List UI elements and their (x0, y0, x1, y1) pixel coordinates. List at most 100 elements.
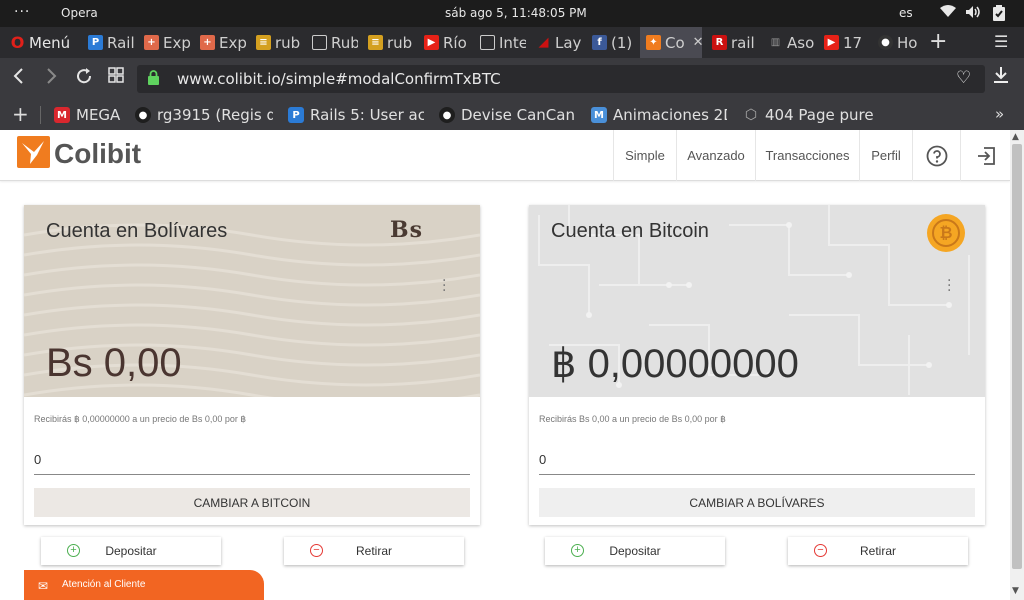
bookmark-devise[interactable]: ● Devise CanCanC (439, 106, 575, 124)
close-tab-icon[interactable]: ✕ (693, 35, 702, 50)
rails-icon: R (712, 35, 727, 50)
tab-label: Lay (555, 33, 582, 52)
speed-dial-grid-icon[interactable] (108, 67, 124, 88)
tab-label: Río (443, 33, 467, 52)
site-logo-text[interactable]: Colibit (54, 138, 141, 170)
bolivares-withdraw-button[interactable]: − Retirar (284, 537, 464, 565)
system-clock[interactable]: sáb ago 5, 11:48:05 PM (445, 6, 587, 20)
bookmark-404[interactable]: ⬡ 404 Page pure C (743, 106, 879, 124)
bookmark-rails5[interactable]: P Rails 5: User acc (288, 106, 424, 124)
tab-label: rail (731, 33, 755, 52)
bitcoin-deposit-button[interactable]: + Depositar (545, 537, 725, 565)
tab-menu-icon[interactable]: ☰ (994, 32, 1008, 51)
proxy-icon: P (88, 35, 103, 50)
download-icon[interactable] (993, 66, 1009, 89)
page-scrollbar[interactable]: ▲ ▼ (1010, 130, 1024, 600)
support-label: Atención al Cliente (62, 579, 146, 590)
tab-rio[interactable]: ▶ Río (418, 27, 470, 58)
new-tab-button[interactable]: + (929, 29, 947, 54)
nav-advanced[interactable]: Avanzado (676, 130, 755, 181)
bolivares-amount-input[interactable] (34, 445, 470, 475)
tab-youtube[interactable]: ▶ 17 (818, 27, 870, 58)
wifi-icon[interactable] (940, 5, 956, 22)
bitcoin-account-card: Cuenta en Bitcoin ₿ · · · ฿ 0,00000000 Rec… (529, 205, 985, 525)
tab-rails-2[interactable]: R rail (706, 27, 758, 58)
deposit-label: Depositar (609, 544, 661, 558)
opera-menu-button[interactable]: O Menú (4, 27, 78, 58)
volume-icon[interactable] (965, 5, 982, 23)
tab-aso[interactable]: ▥ Aso (762, 27, 814, 58)
bookmark-label: Devise CanCanC (461, 106, 575, 124)
scroll-up-icon[interactable]: ▲ (1012, 132, 1019, 142)
tab-rub-2[interactable]: Rub (306, 27, 358, 58)
add-bookmark-button[interactable]: + (12, 102, 29, 126)
tab-rub-1[interactable]: ≡ rub (250, 27, 302, 58)
bookmark-animaciones[interactable]: M Animaciones 2D (591, 106, 727, 124)
colibit-logo-icon[interactable] (17, 136, 50, 168)
reload-button[interactable] (76, 67, 93, 90)
nav-transactions[interactable]: Transacciones (755, 130, 859, 181)
battery-icon[interactable] (992, 5, 1006, 25)
bolivares-conversion-hint: Recibirás ฿ 0,00000000 a un precio de Bs… (34, 414, 247, 424)
plus-box-icon: + (144, 35, 159, 50)
tab-label: 17 (843, 33, 863, 52)
plus-box-icon: + (200, 35, 215, 50)
tab-github[interactable]: ● Ho (872, 27, 924, 58)
github-icon: ● (878, 35, 893, 50)
proxy-icon: P (288, 107, 304, 123)
tab-lay[interactable]: ◢ Lay (530, 27, 582, 58)
stackoverflow-icon: ≡ (368, 35, 383, 50)
convert-to-bolivares-button[interactable]: CAMBIAR A BOLÍVARES (539, 488, 975, 517)
secure-lock-icon[interactable] (147, 70, 160, 89)
tab-exp-1[interactable]: + Exp (138, 27, 190, 58)
bitcoin-withdraw-button[interactable]: − Retirar (788, 537, 968, 565)
tab-label: Ho (897, 33, 918, 52)
bookmark-label: Rails 5: User acc (310, 106, 424, 124)
customer-support-chat-tab[interactable]: ✉ Atención al Cliente (24, 570, 264, 600)
app-name[interactable]: Opera (61, 6, 98, 20)
facebook-icon: f (592, 35, 607, 50)
url-text[interactable]: www.colibit.io/simple#modalConfirmTxBTC (177, 70, 501, 88)
codepen-icon: ⬡ (744, 107, 758, 123)
bookmark-label: rg3915 (Regis d (157, 106, 273, 124)
bolivares-balance: Bs 0,00 (46, 341, 182, 385)
bookmark-heart-icon[interactable]: ♡ (956, 68, 971, 88)
bookmark-label: 404 Page pure C (765, 106, 879, 124)
bolivares-badge: Bs (390, 217, 423, 243)
kebab-menu-icon[interactable]: · · · (442, 274, 446, 298)
tab-facebook[interactable]: f (1) (586, 27, 638, 58)
activities-menu[interactable]: ··· (14, 4, 30, 20)
tab-exp-2[interactable]: + Exp (194, 27, 246, 58)
mdn-icon: M (591, 107, 607, 123)
help-icon[interactable] (912, 130, 960, 181)
os-top-bar: ··· Opera sáb ago 5, 11:48:05 PM es (0, 0, 1024, 27)
bitcoin-amount-input[interactable] (539, 445, 975, 475)
bitcoin-card-banner: Cuenta en Bitcoin ₿ · · · ฿ 0,00000000 (529, 205, 985, 397)
stackoverflow-icon: ≡ (256, 35, 271, 50)
bolivares-deposit-button[interactable]: + Depositar (41, 537, 221, 565)
convert-to-bitcoin-button[interactable]: CAMBIAR A BITCOIN (34, 488, 470, 517)
tab-rub-3[interactable]: ≡ rub (362, 27, 414, 58)
tab-strip: O Menú P Rail + Exp + Exp ≡ rub Rub ≡ ru… (0, 27, 1024, 58)
bookmarks-divider (40, 106, 41, 124)
bitcoin-card-title: Cuenta en Bitcoin (551, 220, 709, 242)
forward-button[interactable] (44, 67, 58, 90)
site-header: Colibit Simple Avanzado Transacciones Pe… (0, 130, 1010, 181)
bookmark-rg3915[interactable]: ● rg3915 (Regis d (135, 106, 273, 124)
bookmark-mega[interactable]: M MEGA (54, 106, 128, 124)
logout-icon[interactable] (960, 130, 1010, 181)
tab-label: Rub (331, 33, 358, 52)
nav-simple[interactable]: Simple (613, 130, 676, 181)
scroll-down-icon[interactable]: ▼ (1012, 586, 1019, 596)
kebab-menu-icon[interactable]: · · · (947, 274, 951, 298)
scrollbar-thumb[interactable] (1012, 144, 1022, 569)
nav-profile[interactable]: Perfil (859, 130, 912, 181)
input-language[interactable]: es (899, 6, 913, 20)
tab-inte[interactable]: Inte (474, 27, 526, 58)
back-button[interactable] (12, 67, 26, 90)
tab-rails[interactable]: P Rail (82, 27, 134, 58)
bookmarks-bar: + M MEGA ● rg3915 (Regis d P Rails 5: Us… (0, 100, 1024, 130)
more-bookmarks-icon[interactable]: » (995, 105, 1004, 123)
tab-colibit-active[interactable]: ✦ Co ✕ (640, 27, 702, 58)
mega-icon: M (54, 107, 70, 123)
